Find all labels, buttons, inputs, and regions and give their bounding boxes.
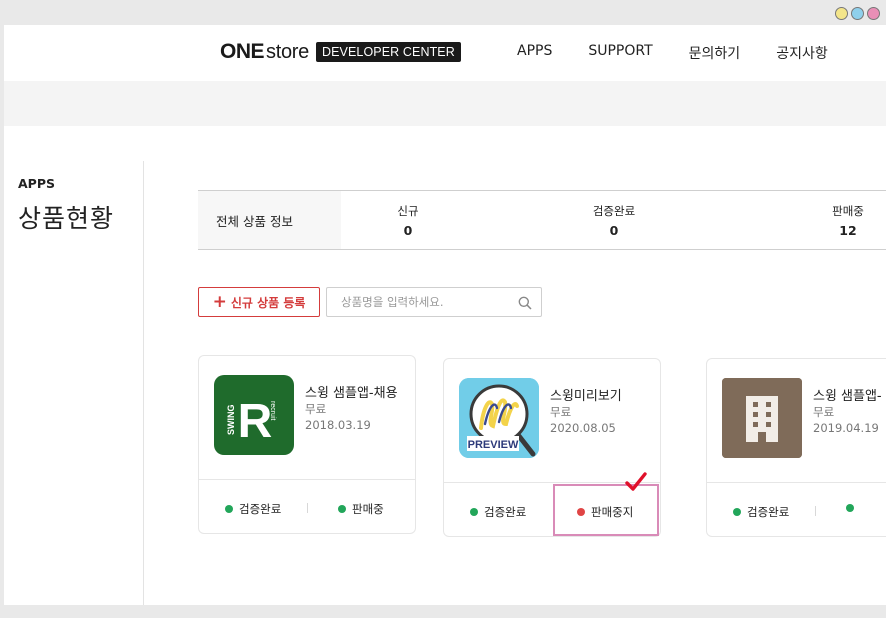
status-verified: 검증완료 [733, 504, 789, 520]
app-name[interactable]: 스윙 샘플앱-채용 [305, 382, 398, 401]
status-verified: 검증완료 [225, 501, 281, 517]
divider [307, 503, 308, 513]
stat-verified-label: 검증완료 [592, 204, 636, 218]
onestore-logo[interactable]: ONE store DEVELOPER CENTER [220, 40, 461, 64]
status-verified-label: 검증완료 [239, 502, 282, 516]
plus-icon: + [212, 291, 227, 312]
verified-dot-icon [733, 508, 741, 516]
stat-new: 신규 0 [378, 203, 438, 238]
app-date: 2020.08.05 [550, 421, 616, 435]
status-verified-label: 검증완료 [484, 505, 527, 519]
register-product-label: 신규 상품 등록 [230, 295, 306, 310]
nav-inquiry[interactable]: 문의하기 [689, 43, 741, 63]
stat-on-sale-label: 판매중 [832, 204, 864, 218]
verified-dot-icon [225, 505, 233, 513]
app-card[interactable]: R SWING recruit 스윙 샘플앱-채용 무료 2018.03.19 … [198, 355, 416, 534]
status-sale [846, 504, 860, 512]
stat-new-label: 신규 [397, 204, 419, 218]
preview-app-icon: PREVIEW [459, 378, 539, 458]
app-icon-vertical-text: recruit [269, 401, 276, 421]
app-icon-side-text: SWING [226, 405, 236, 436]
register-product-button[interactable]: + 신규 상품 등록 [198, 287, 320, 317]
stat-on-sale: 판매중 12 [818, 203, 878, 238]
page: ONE store DEVELOPER CENTER APPS SUPPORT … [4, 25, 886, 605]
minimize-dot[interactable] [835, 7, 848, 20]
stats-label: 전체 상품 정보 [198, 191, 341, 249]
top-navigation-bar: ONE store DEVELOPER CENTER APPS SUPPORT … [4, 25, 886, 81]
main-nav: APPS SUPPORT 문의하기 공지사항 [517, 43, 864, 63]
status-verified: 검증완료 [470, 504, 526, 520]
app-price: 무료 [550, 405, 572, 419]
sale-dot-icon [846, 504, 854, 512]
checkmark-icon [624, 471, 648, 497]
stat-verified: 검증완료 0 [584, 203, 644, 238]
verified-dot-icon [470, 508, 478, 516]
sale-dot-icon [338, 505, 346, 513]
close-dot[interactable] [867, 7, 880, 20]
app-icon-letter: R [238, 395, 273, 448]
sidebar-subtitle: APPS [18, 176, 55, 191]
recruit-app-icon: R SWING recruit [214, 375, 294, 455]
app-card[interactable]: 스윙 샘플앱- 무료 2019.04.19 검증완료 [706, 358, 886, 537]
window-controls [835, 7, 880, 20]
sub-header-bar [4, 81, 886, 126]
app-card-info: 스윙 샘플앱- 무료 2019.04.19 [707, 359, 886, 483]
preview-icon-label: PREVIEW [468, 439, 519, 451]
logo-store-text: store [266, 40, 309, 63]
app-date: 2018.03.19 [305, 418, 371, 432]
status-verified-label: 검증완료 [747, 505, 790, 519]
maximize-dot[interactable] [851, 7, 864, 20]
sidebar: APPS 상품현황 [4, 161, 144, 605]
search-icon[interactable] [518, 295, 532, 314]
building-app-icon [722, 378, 802, 458]
stat-verified-value: 0 [609, 223, 619, 238]
product-search [326, 287, 542, 317]
nav-apps[interactable]: APPS [517, 43, 552, 63]
nav-notice[interactable]: 공지사항 [776, 43, 828, 63]
app-name[interactable]: 스윙 샘플앱- [813, 385, 882, 404]
page-title: 상품현황 [18, 204, 115, 233]
app-price: 무료 [813, 405, 835, 419]
developer-center-badge: DEVELOPER CENTER [315, 42, 461, 62]
product-stats-bar: 전체 상품 정보 신규 0 검증완료 0 판매중 12 [198, 190, 886, 250]
nav-support[interactable]: SUPPORT [588, 43, 652, 63]
app-date: 2019.04.19 [813, 421, 879, 435]
status-sale: 판매중 [338, 501, 384, 517]
logo-one-text: ONE [220, 40, 265, 63]
stat-on-sale-value: 12 [839, 223, 857, 238]
app-card-info: PREVIEW 스윙미리보기 무료 2020.08.05 [444, 359, 660, 483]
divider [815, 506, 816, 516]
app-card-info: R SWING recruit 스윙 샘플앱-채용 무료 2018.03.19 [199, 356, 415, 480]
stat-new-value: 0 [403, 223, 413, 238]
app-name[interactable]: 스윙미리보기 [550, 385, 622, 404]
app-price: 무료 [305, 402, 327, 416]
status-sale-label: 판매중 [352, 502, 384, 516]
search-input[interactable] [327, 288, 507, 316]
